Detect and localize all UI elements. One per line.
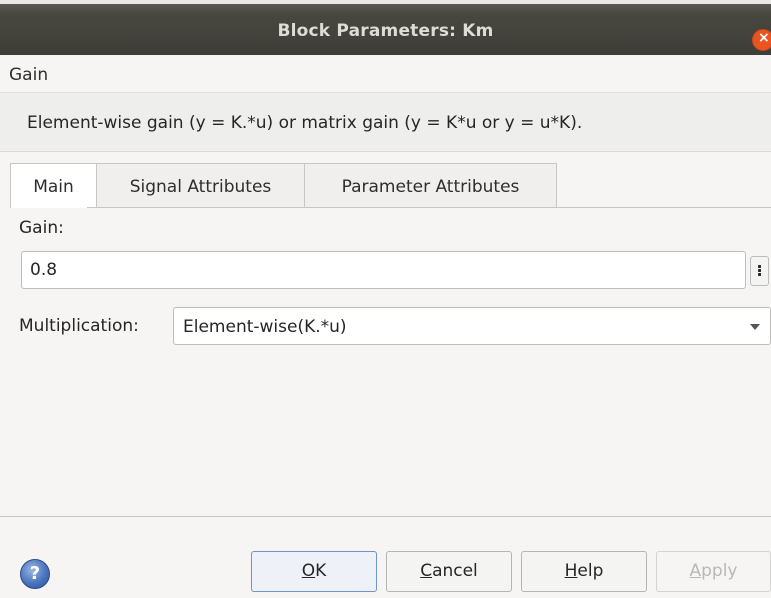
apply-label-rest: pply	[701, 561, 738, 581]
dialog-body: Gain Element-wise gain (y = K.*u) or mat…	[0, 55, 771, 598]
close-icon[interactable]: ×	[752, 29, 771, 51]
block-description-panel: Element-wise gain (y = K.*u) or matrix g…	[0, 92, 771, 152]
gain-more-options-button[interactable]: ⁝	[750, 256, 769, 286]
ok-button[interactable]: OK	[251, 551, 377, 592]
help-button[interactable]: Help	[521, 551, 647, 592]
ok-label-rest: K	[315, 561, 327, 581]
main-tab-panel: Gain: ⁝ Multiplication: Element-wise(K.*…	[0, 208, 771, 515]
tab-parameter-attributes[interactable]: Parameter Attributes	[304, 163, 557, 207]
multiplication-dropdown[interactable]: Element-wise(K.*u)	[173, 307, 771, 345]
chevron-down-icon	[750, 324, 760, 330]
gain-label: Gain:	[19, 218, 64, 238]
apply-mnemonic: A	[689, 561, 702, 581]
cancel-mnemonic: C	[420, 561, 433, 581]
tab-main[interactable]: Main	[10, 163, 97, 209]
tab-signal-attributes[interactable]: Signal Attributes	[96, 163, 305, 207]
apply-button: Apply	[656, 551, 771, 592]
window-title: Block Parameters: Km	[277, 21, 494, 41]
multiplication-selected-value: Element-wise(K.*u)	[183, 317, 347, 337]
title-bar: Block Parameters: Km ×	[0, 0, 771, 55]
footer-separator	[0, 516, 771, 517]
help-mnemonic: H	[564, 561, 578, 581]
multiplication-label: Multiplication:	[19, 316, 139, 336]
help-icon[interactable]: ?	[20, 559, 50, 589]
cancel-button[interactable]: Cancel	[386, 551, 512, 592]
help-label-rest: elp	[577, 561, 604, 581]
ok-mnemonic: O	[301, 561, 316, 581]
block-type-label: Gain	[9, 65, 49, 85]
block-description: Element-wise gain (y = K.*u) or matrix g…	[27, 113, 583, 133]
gain-input[interactable]	[21, 251, 746, 289]
cancel-label-rest: ancel	[432, 561, 478, 581]
